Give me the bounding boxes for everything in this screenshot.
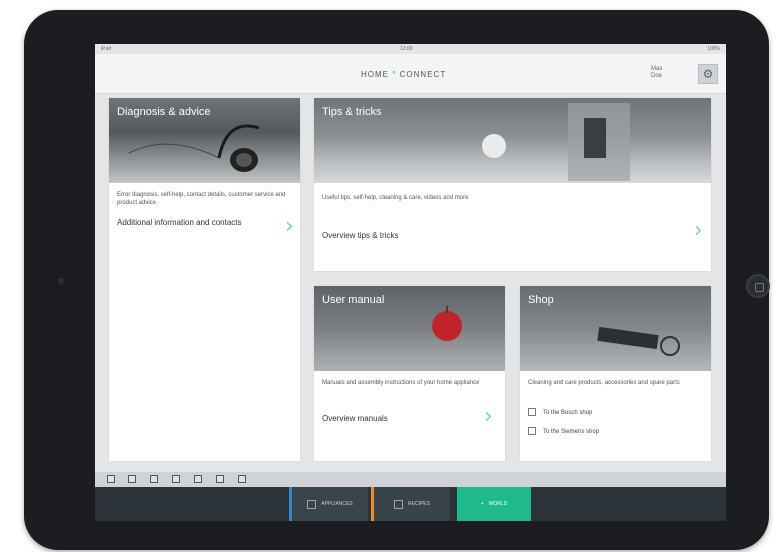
logo-dot-icon: ° <box>389 70 400 79</box>
status-bar: iPad 12:00 100% <box>95 44 726 54</box>
tile-diagnosis-link[interactable]: Additional information and contacts <box>117 218 257 228</box>
logo-text-left: HOME <box>361 70 389 79</box>
checkbox-bosch[interactable] <box>528 408 536 416</box>
tab-appliances-label: APPLIANCES <box>321 501 353 507</box>
tab-world-label: WORLD <box>488 501 508 507</box>
world-icon: + <box>480 501 484 507</box>
washer-icon[interactable] <box>172 475 180 483</box>
chevron-right-icon[interactable]: › <box>484 404 493 429</box>
dishwasher-icon[interactable] <box>107 475 115 483</box>
home-button[interactable] <box>746 274 770 298</box>
tile-diagnosis-description: Error diagnosis, self-help, contact deta… <box>117 192 286 206</box>
appliance-icon <box>307 499 317 509</box>
tab-appliances[interactable]: APPLIANCES <box>289 487 368 521</box>
tile-tips-title: Tips & tricks <box>322 106 382 118</box>
settings-button[interactable]: ⚙ <box>698 64 718 84</box>
tile-manual[interactable]: User manual Manuals and assembly instruc… <box>314 286 505 461</box>
app-logo: HOME ° CONNECT <box>361 70 446 79</box>
shop-option-siemens-label: To the Siemens shop <box>543 429 600 435</box>
checkbox-siemens[interactable] <box>528 427 536 435</box>
tile-diagnosis-title: Diagnosis & advice <box>117 106 211 118</box>
tile-manual-description: Manuals and assembly instructions of you… <box>322 380 480 386</box>
tab-recipes[interactable]: RECIPES <box>371 487 450 521</box>
tile-tips[interactable]: Tips & tricks Useful tips, self-help, cl… <box>314 98 711 271</box>
tile-manual-title: User manual <box>322 294 385 306</box>
oven-icon[interactable] <box>150 475 158 483</box>
appliance-icon-strip <box>95 472 726 487</box>
status-time: 12:00 <box>400 46 413 52</box>
dryer-icon[interactable] <box>194 475 202 483</box>
status-device: iPad <box>101 46 112 52</box>
logo-text-right: CONNECT <box>399 70 447 79</box>
hob-icon[interactable] <box>238 475 246 483</box>
fridge-icon[interactable] <box>128 475 136 483</box>
recipe-icon <box>394 499 404 509</box>
tab-recipes-label: RECIPES <box>408 501 430 507</box>
user-menu[interactable]: Max Doe <box>651 66 662 80</box>
coffee-machine-icon[interactable] <box>216 475 224 483</box>
tile-shop-title: Shop <box>528 294 554 306</box>
user-first-name: Max <box>651 66 663 72</box>
bottom-navigation: APPLIANCES RECIPES + WORLD <box>95 487 726 521</box>
tile-shop[interactable]: Shop Cleaning and care products, accesso… <box>520 286 711 461</box>
chevron-right-icon[interactable]: › <box>285 214 294 239</box>
camera <box>58 278 64 284</box>
status-battery: 100% <box>707 46 720 52</box>
tile-diagnosis[interactable]: Diagnosis & advice Error diagnosis, self… <box>109 98 300 461</box>
tile-shop-description: Cleaning and care products, accessories … <box>528 380 680 386</box>
app-screen: iPad 12:00 100% HOME ° CONNECT Max Doe ⚙… <box>95 44 726 521</box>
shop-option-bosch[interactable]: To the Bosch shop <box>528 408 592 416</box>
chevron-right-icon[interactable]: › <box>694 218 703 243</box>
tile-manual-link[interactable]: Overview manuals <box>322 414 388 424</box>
tab-world[interactable]: + WORLD <box>457 487 531 521</box>
shop-option-siemens[interactable]: To the Siemens shop <box>528 427 599 435</box>
shop-option-bosch-label: To the Bosch shop <box>543 410 593 416</box>
user-last-name: Doe <box>651 73 663 79</box>
gear-icon: ⚙ <box>702 67 714 81</box>
tile-tips-link[interactable]: Overview tips & tricks <box>322 231 398 241</box>
tile-tips-description: Useful tips, self-help, cleaning & care,… <box>322 195 469 201</box>
app-header: HOME ° CONNECT Max Doe ⚙ <box>95 54 726 94</box>
